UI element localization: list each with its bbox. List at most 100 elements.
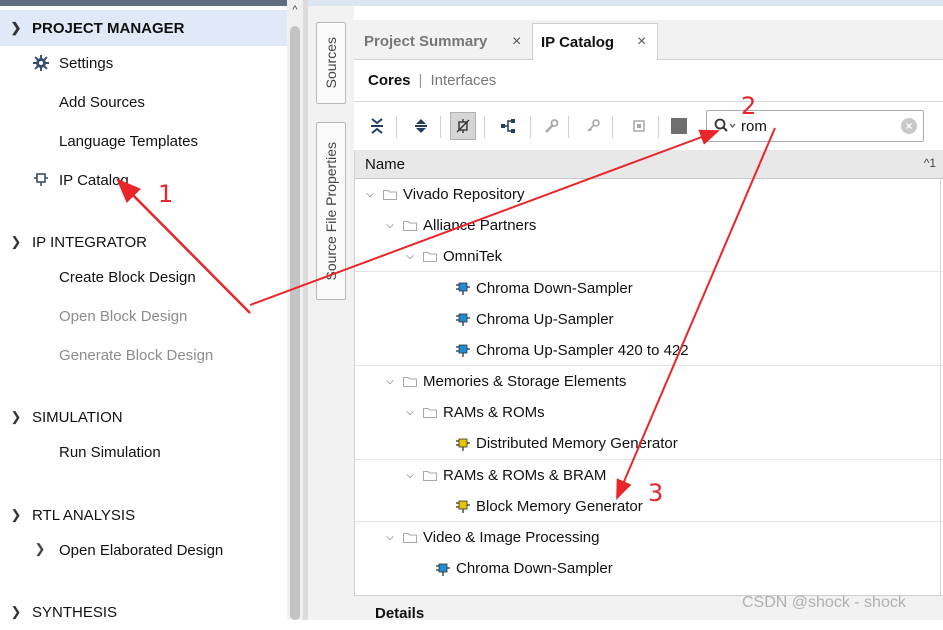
chip-icon[interactable] [626,112,652,140]
tree-row-label: Video & Image Processing [423,529,600,547]
tree-folder-row[interactable]: ⌵ Video & Image Processing [355,522,943,553]
tab-ip-catalog[interactable]: IP Catalog × [532,23,658,60]
nav-item-settings[interactable]: Settings [59,48,113,78]
tree-ip-row[interactable]: Chroma Up-Sampler [355,304,943,335]
sort-indicator[interactable]: ^1 [924,156,936,170]
subtab-cores[interactable]: Cores [368,72,411,89]
tree-row-label: RAMs & ROMs & BRAM [443,466,607,484]
ip-core-icon [456,344,470,357]
tree-folder-row[interactable]: ⌵ OmniTek [355,241,943,273]
top-strip [308,0,943,6]
toolbar-separator [568,116,569,138]
toolbar-separator [396,116,397,138]
key-icon[interactable] [580,112,606,140]
tree-row-label: Distributed Memory Generator [476,435,678,453]
filter-icon[interactable] [450,112,476,140]
section-rtl-analysis[interactable]: ❯ RTL ANALYSIS [0,497,136,533]
close-icon[interactable]: × [637,33,646,51]
folder-icon [423,408,437,419]
chevron-right-icon[interactable]: ❯ [31,540,49,558]
tree-row-label: Block Memory Generator [476,497,643,515]
section-project-manager[interactable]: ❯ PROJECT MANAGER [0,10,287,46]
section-title: PROJECT MANAGER [32,19,185,37]
section-ip-integrator[interactable]: ❯ IP INTEGRATOR [0,224,147,260]
tree-folder-row[interactable]: ⌵ RAMs & ROMs [355,397,943,428]
tree-folder-row[interactable]: ⌵ Memories & Storage Elements [355,366,943,397]
hierarchy-icon[interactable] [496,112,522,140]
search-icon [713,117,737,135]
tree-folder-row[interactable]: ⌵ Vivado Repository [355,179,943,210]
ip-core-icon [456,500,470,513]
nav-item-open-elaborated-design[interactable]: Open Elaborated Design [59,535,223,565]
tree-row-label: Chroma Up-Sampler [476,310,614,328]
tab-sources[interactable]: Sources [316,22,346,104]
tab-project-summary[interactable]: Project Summary × [354,23,532,60]
gear-icon [32,54,50,72]
chevron-down-icon[interactable]: ⌵ [403,407,417,418]
nav-item-add-sources[interactable]: Add Sources [59,87,145,117]
section-synthesis[interactable]: ❯ SYNTHESIS [0,594,117,630]
ip-tree-table: Name ^1 ⌵ Vivado Repository ⌵ Alliance Part… [354,150,943,595]
search-box[interactable]: × [706,110,924,142]
tree-ip-row[interactable]: Chroma Up-Sampler 420 to 422 [355,335,943,366]
chevron-down-icon[interactable]: ⌵ [383,532,397,543]
tab-label: IP Catalog [541,33,615,51]
expand-all-icon[interactable] [408,112,434,140]
folder-icon [423,470,437,481]
panel-icon[interactable] [666,112,692,140]
chevron-down-icon[interactable]: ⌵ [363,189,377,200]
tree-header: Name ^1 [355,150,943,179]
toolbar-separator [530,116,531,138]
tree-row-label: Alliance Partners [423,217,537,235]
scrollbar-thumb[interactable] [290,26,300,620]
nav-item-run-simulation[interactable]: Run Simulation [59,437,161,467]
wrench-icon[interactable] [538,112,564,140]
search-input[interactable] [741,115,891,137]
chevron-down-icon: ❯ [10,234,22,249]
chevron-down-icon[interactable]: ⌵ [403,251,417,262]
column-header-name[interactable]: Name [365,156,405,173]
tree-row-label: Chroma Up-Sampler 420 to 422 [476,341,689,359]
nav-item-open-block-design[interactable]: Open Block Design [59,301,187,331]
section-title: IP INTEGRATOR [32,233,148,251]
tree-row-label: Vivado Repository [403,186,525,203]
navigator-top-bar [0,0,287,6]
tree-ip-row[interactable]: Chroma Down-Sampler [355,553,943,584]
chevron-down-icon: ❯ [10,20,22,35]
tab-source-file-properties[interactable]: Source File Properties [316,122,346,300]
chevron-down-icon[interactable]: ⌵ [383,220,397,231]
navigator-scrollbar[interactable]: ^ [287,0,303,620]
tab-source-file-properties-label: Source File Properties [323,141,339,281]
subtab-interfaces[interactable]: Interfaces [430,72,496,89]
close-icon[interactable]: × [512,33,521,51]
tree-ip-row[interactable]: Distributed Memory Generator [355,429,943,460]
tree-row-label: RAMs & ROMs [443,404,545,422]
folder-icon [403,221,417,232]
nav-item-generate-block-design[interactable]: Generate Block Design [59,340,213,370]
ip-catalog-icon [32,170,50,188]
details-label: Details [375,605,425,622]
folder-icon [403,533,417,544]
ip-core-icon [456,313,470,327]
scroll-up-icon[interactable]: ^ [287,4,303,18]
chevron-down-icon[interactable]: ⌵ [383,376,397,387]
section-simulation[interactable]: ❯ SIMULATION [0,399,123,435]
nav-item-create-block-design[interactable]: Create Block Design [59,262,196,292]
editor-tab-bar: Project Summary × IP Catalog × [354,20,943,60]
clear-icon[interactable]: × [901,118,917,134]
nav-item-ip-catalog[interactable]: IP Catalog [59,165,129,195]
ip-core-icon [436,563,450,576]
tree-ip-row[interactable]: Chroma Down-Sampler [355,273,943,304]
tree-folder-row[interactable]: ⌵ Alliance Partners [355,210,943,241]
annotation-number-1: 1 [158,180,174,208]
tab-label: Project Summary [364,33,488,50]
chevron-down-icon: ❯ [10,507,22,522]
toolbar-separator [484,116,485,138]
folder-icon [383,190,397,200]
tree-row-label: Memories & Storage Elements [423,373,627,391]
collapse-all-icon[interactable] [364,112,390,140]
subtab-separator: | [418,72,423,89]
ip-core-icon [456,438,470,451]
chevron-down-icon[interactable]: ⌵ [403,470,417,481]
nav-item-language-templates[interactable]: Language Templates [59,126,198,156]
